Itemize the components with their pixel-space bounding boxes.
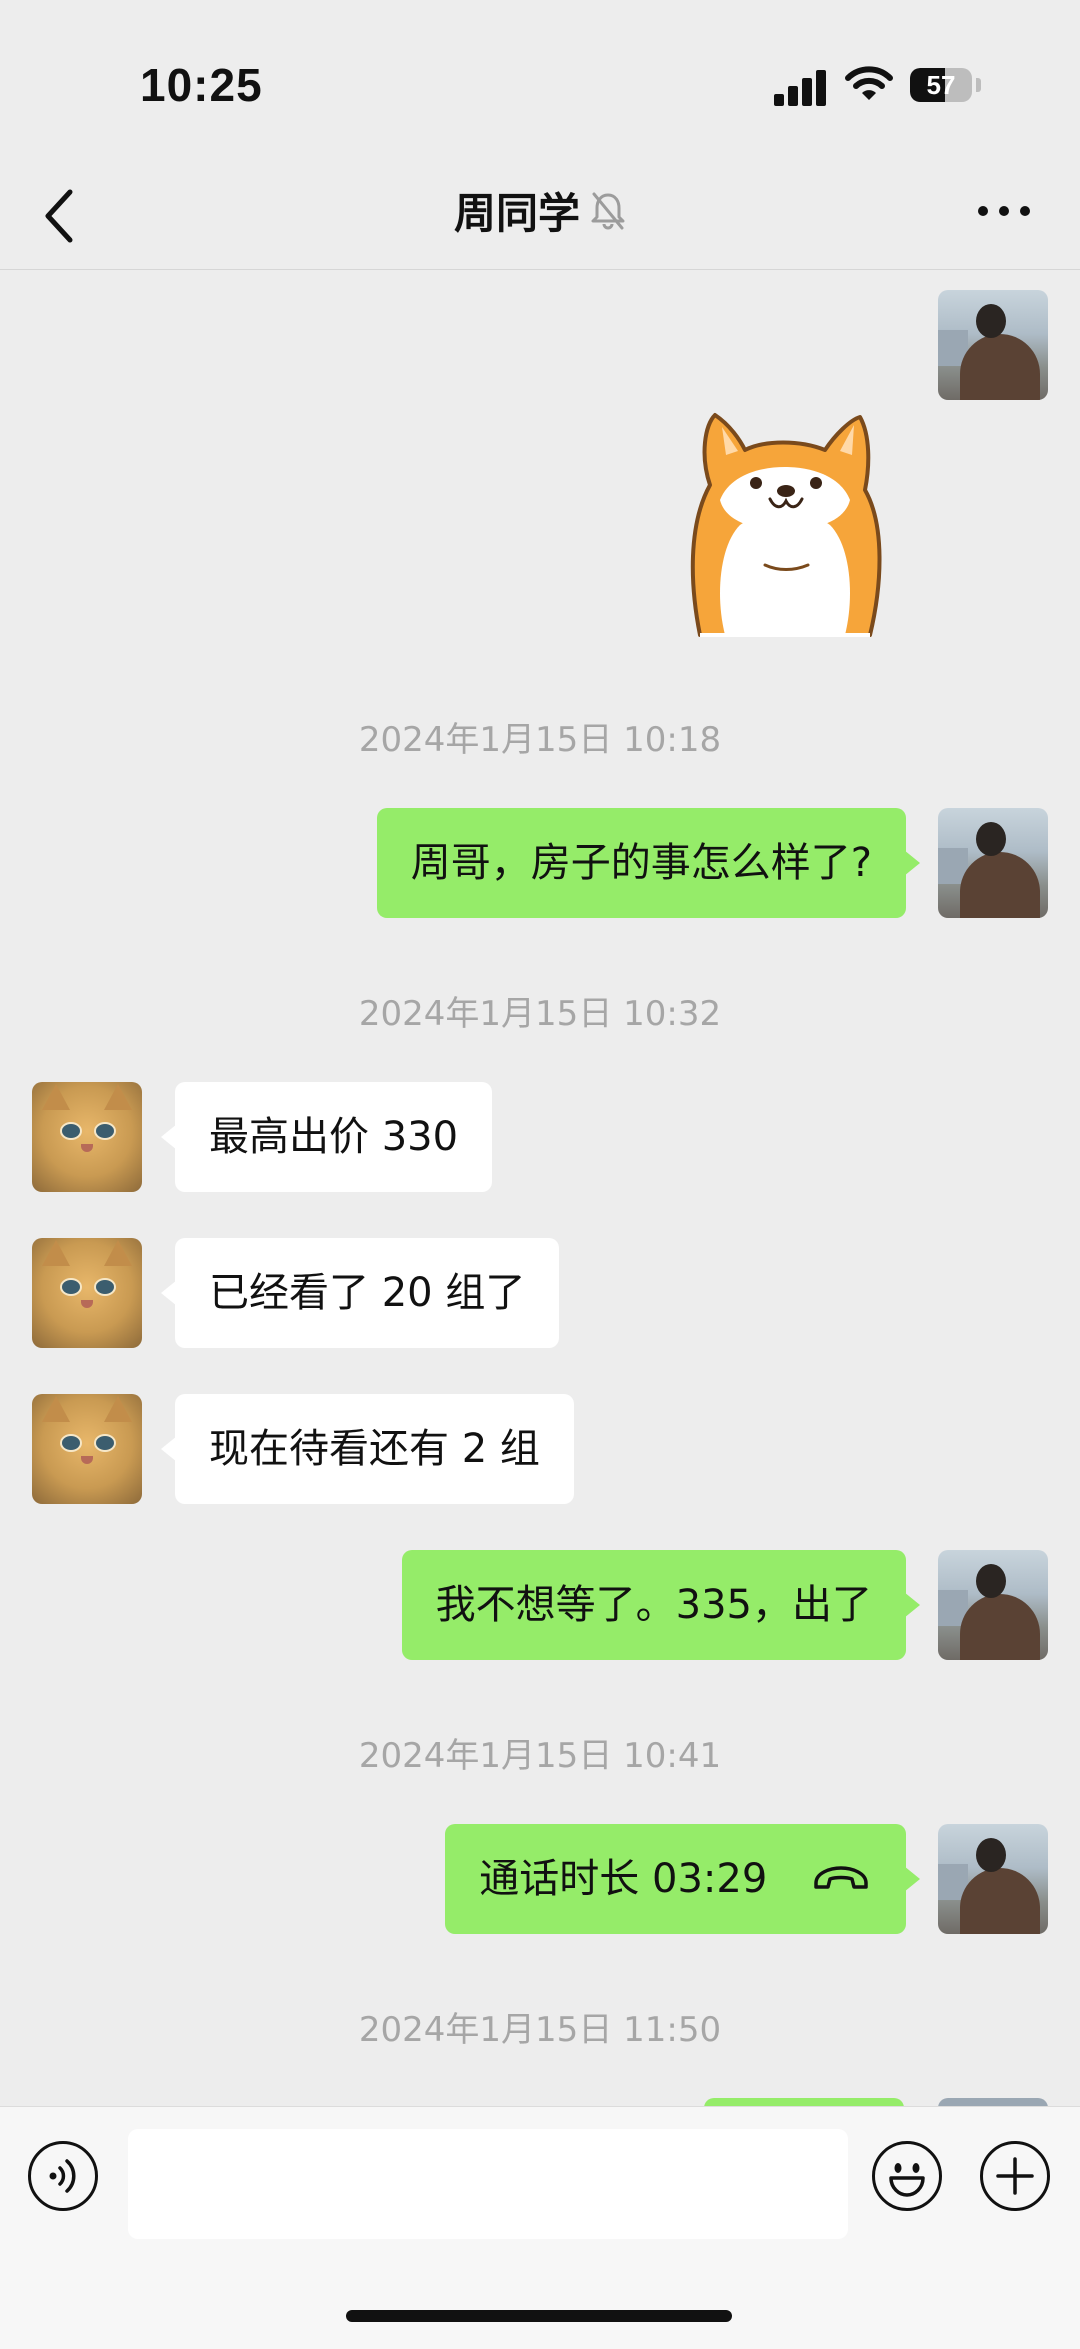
cellular-signal-icon: [774, 70, 828, 106]
voice-input-button[interactable]: [28, 2141, 98, 2211]
my-avatar[interactable]: [938, 1550, 1048, 1660]
more-actions-button[interactable]: [980, 2141, 1050, 2211]
message-timestamp: 2024年1月15日 10:32: [358, 994, 722, 1034]
battery-icon: 57: [910, 68, 972, 102]
shiba-sticker[interactable]: [670, 405, 900, 645]
message-timestamp: 2024年1月15日 11:50: [358, 2010, 722, 2050]
contact-message-bubble[interactable]: 最高出价 330: [160, 1082, 493, 1192]
message-input[interactable]: [128, 2129, 848, 2239]
battery-level: 57: [926, 70, 956, 100]
my-avatar[interactable]: [938, 1824, 1048, 1934]
chat-header: 周同学: [0, 160, 1080, 270]
message-timestamp: 2024年1月15日 10:18: [358, 720, 722, 760]
phone-hangup-icon: [814, 1866, 868, 1889]
status-time: 10:25: [140, 59, 263, 111]
emoji-button[interactable]: [872, 2141, 942, 2211]
contact-message-bubble[interactable]: 现在待看还有 2 组: [161, 1394, 574, 1504]
header-divider: [0, 269, 1080, 270]
status-bar: 10:25 57: [0, 0, 1080, 160]
mute-bell-icon: [591, 192, 625, 230]
message-timestamp: 2024年1月15日 10:41: [358, 1736, 722, 1776]
battery-tip: [976, 78, 981, 92]
contact-message-bubble[interactable]: 已经看了 20 组了: [160, 1238, 560, 1348]
call-record-bubble[interactable]: 通话时长 03:29: [445, 1824, 920, 1934]
emoji-icon: [889, 2163, 925, 2197]
my-avatar[interactable]: [938, 290, 1048, 400]
chat-title[interactable]: 周同学: [454, 180, 580, 241]
more-options-button[interactable]: [976, 196, 1032, 226]
plus-icon: [996, 2157, 1034, 2195]
my-message-bubble[interactable]: 我不想等了。335，出了: [401, 1550, 921, 1660]
my-message-bubble[interactable]: 周哥，房子的事怎么样了?: [376, 808, 921, 918]
contact-avatar[interactable]: [32, 1238, 142, 1348]
wifi-icon: [845, 66, 893, 100]
my-avatar[interactable]: [938, 808, 1048, 918]
home-indicator[interactable]: [346, 2310, 732, 2322]
contact-avatar[interactable]: [32, 1394, 142, 1504]
call-duration-text: 通话时长 03:29: [479, 1856, 768, 1902]
title-container: 周同学: [0, 160, 1080, 260]
voice-icon: [49, 2159, 76, 2193]
contact-avatar[interactable]: [32, 1082, 142, 1192]
